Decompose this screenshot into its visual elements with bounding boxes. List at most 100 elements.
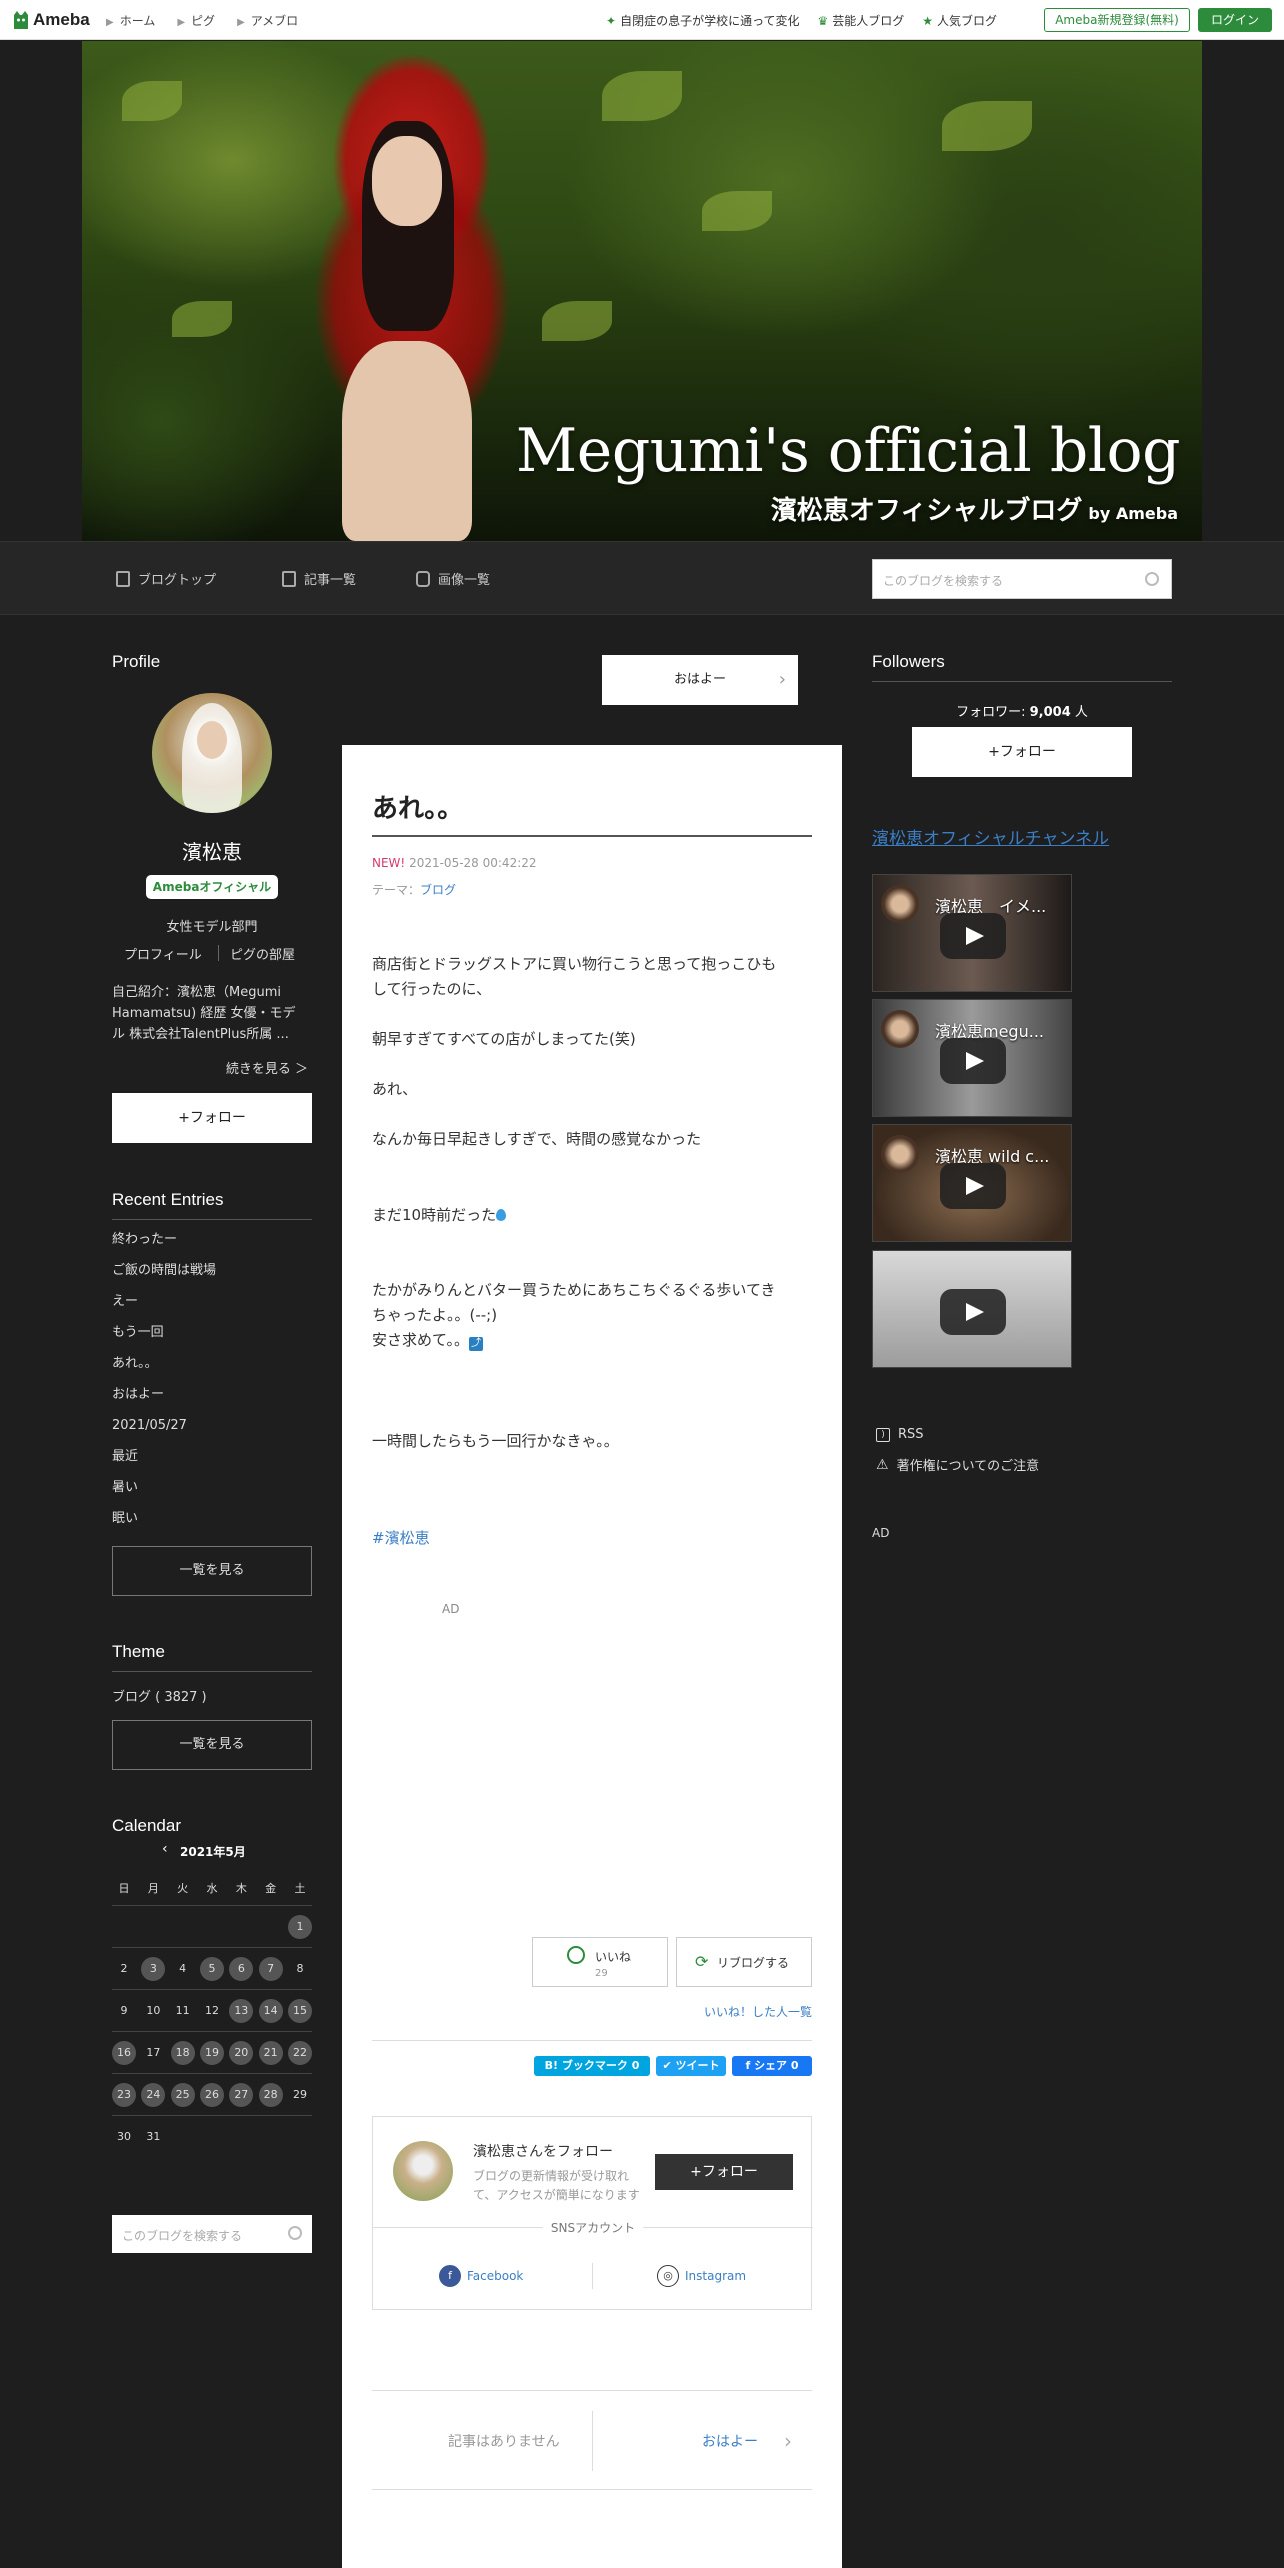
calendar-day[interactable]: 18 <box>170 2040 195 2065</box>
calendar-day[interactable]: 27 <box>229 2082 254 2107</box>
list-item[interactable]: 終わったー <box>112 1230 312 1261</box>
prev-entry-label: おはよー <box>673 672 726 687</box>
calendar-day[interactable]: 13 <box>229 1998 254 2023</box>
video-thumbnail[interactable]: 濱松恵megu... <box>872 999 1072 1117</box>
hatena-bookmark-button[interactable]: B! ブックマーク 0 <box>534 2056 650 2076</box>
calendar-day[interactable]: 21 <box>258 2040 283 2065</box>
chevron-right-icon[interactable]: › <box>784 2429 792 2453</box>
link-celebrity[interactable]: ♛ 芸能人ブログ <box>817 12 904 29</box>
play-icon[interactable] <box>940 1289 1006 1335</box>
avatar[interactable] <box>393 2141 453 2201</box>
calendar-day[interactable]: 24 <box>141 2082 166 2107</box>
copyright-notice-link[interactable]: ⚠ 著作権についてのご注意 <box>876 1455 1039 1475</box>
nav-home[interactable]: ▶ ホーム <box>106 12 155 29</box>
hashtag-link[interactable]: #濱松恵 <box>372 1527 430 1548</box>
list-item[interactable]: えー <box>112 1292 312 1323</box>
list-item[interactable]: ご飯の時間は戦場 <box>112 1261 312 1292</box>
list-item[interactable]: 最近 <box>112 1447 312 1478</box>
official-channel-link[interactable]: 濱松恵オフィシャルチャンネル <box>872 824 1109 849</box>
calendar-day[interactable]: 6 <box>229 1956 254 1981</box>
like-button[interactable]: いいね 29 <box>532 1937 668 1987</box>
recent-entries-heading: Recent Entries <box>112 1190 224 1209</box>
register-button[interactable]: Ameba新規登録(無料) <box>1044 8 1190 32</box>
nav-ameblo[interactable]: ▶ アメブロ <box>237 12 298 29</box>
calendar-day: 17 <box>146 2045 161 2059</box>
ameba-logo[interactable]: Ameba <box>12 9 90 31</box>
divider <box>218 945 219 961</box>
play-icon[interactable] <box>940 1163 1006 1209</box>
video-thumbnail[interactable]: 濱松恵 wild c... <box>872 1124 1072 1242</box>
calendar-day[interactable]: 25 <box>170 2082 195 2107</box>
calendar-day[interactable]: 28 <box>258 2082 283 2107</box>
sidebar-search-input[interactable]: このブログを検索する <box>112 2215 312 2253</box>
calendar-day[interactable]: 22 <box>287 2040 312 2065</box>
facebook-share-button[interactable]: f シェア 0 <box>732 2056 812 2076</box>
follow-button[interactable]: +フォロー <box>655 2154 793 2190</box>
reblog-label: リブログする <box>717 1956 790 1970</box>
profile-link[interactable]: プロフィール <box>124 944 202 963</box>
follower-count: 9,004 <box>1029 705 1071 720</box>
calendar: 日 月 火 水 木 金 土 1 2 3 4 5 6 7 8 9 10 11 12… <box>112 1873 312 2157</box>
tweet-button[interactable]: ✔ ツイート <box>656 2056 726 2076</box>
search-icon[interactable] <box>288 2226 302 2240</box>
calendar-day[interactable]: 23 <box>112 2082 136 2107</box>
next-entry-link[interactable]: おはよー <box>702 2431 758 2451</box>
pigg-room-link[interactable]: ピグの部屋 <box>230 944 295 963</box>
nav-entry-list[interactable]: 記事一覧 <box>282 569 356 588</box>
warning-icon: ⚠ <box>876 1456 889 1473</box>
video-thumbnail[interactable]: 濱松恵 イメ... <box>872 874 1072 992</box>
prev-entry-button[interactable]: おはよー › <box>602 655 798 705</box>
ad-label: AD <box>872 1526 890 1540</box>
list-item[interactable]: 2021/05/27 <box>112 1416 312 1447</box>
nav-blog-top[interactable]: ブログトップ <box>116 569 216 588</box>
theme-link[interactable]: ブログ <box>420 883 456 897</box>
calendar-day[interactable]: 1 <box>287 1914 312 1939</box>
login-button[interactable]: ログイン <box>1198 8 1272 32</box>
list-item[interactable]: あれ。。 <box>112 1354 312 1385</box>
chevron-left-icon[interactable]: ‹ <box>162 1841 168 1857</box>
video-thumbnail[interactable] <box>872 1250 1072 1368</box>
list-item[interactable]: 暑い <box>112 1478 312 1509</box>
nav-image-list[interactable]: 画像一覧 <box>416 569 490 588</box>
ameba-monster-icon <box>14 11 28 29</box>
calendar-day[interactable]: 5 <box>199 1956 224 1981</box>
calendar-day[interactable]: 19 <box>199 2040 224 2065</box>
link-popular[interactable]: ★ 人気ブログ <box>922 12 997 29</box>
follow-button[interactable]: +フォロー <box>112 1093 312 1143</box>
header-image[interactable]: Megumi's official blog 濱松恵オフィシャルブログ by Am… <box>82 41 1202 541</box>
calendar-day[interactable]: 15 <box>287 1998 312 2023</box>
calendar-day[interactable]: 16 <box>112 2040 136 2065</box>
profile-name[interactable]: 濱松恵 <box>112 836 312 865</box>
list-item[interactable]: もう一回 <box>112 1323 312 1354</box>
calendar-day[interactable]: 20 <box>229 2040 254 2065</box>
calendar-day[interactable]: 7 <box>258 1956 283 1981</box>
play-icon[interactable] <box>940 1038 1006 1084</box>
nav-blog-top-label: ブログトップ <box>138 573 217 588</box>
play-icon[interactable] <box>940 913 1006 959</box>
blog-search-input[interactable]: このブログを検索する <box>872 559 1172 599</box>
facebook-link[interactable]: f Facebook <box>439 2265 523 2287</box>
like-list-link[interactable]: いいね！した人一覧 <box>704 2003 812 2020</box>
body-line: まだ10時前だった <box>372 1206 497 1224</box>
calendar-day[interactable]: 3 <box>141 1956 166 1981</box>
nav-pigg[interactable]: ▶ ピグ <box>177 12 215 29</box>
read-more-link[interactable]: 続きを見る ＞ <box>112 1058 308 1077</box>
weekday: 月 <box>147 1882 159 1895</box>
theme-item[interactable]: ブログ ( 3827 ) <box>112 1686 207 1705</box>
sparkle-icon: ✦ <box>606 14 617 28</box>
avatar[interactable] <box>152 693 272 813</box>
see-all-entries-button[interactable]: 一覧を見る <box>112 1546 312 1596</box>
calendar-day[interactable]: 26 <box>199 2082 224 2107</box>
link-topic[interactable]: ✦ 自閉症の息子が学校に通って変化 <box>606 12 799 29</box>
calendar-day[interactable]: 14 <box>258 1998 283 2023</box>
rss-link[interactable]: ) RSS <box>876 1427 924 1442</box>
instagram-link[interactable]: ◎ Instagram <box>657 2265 746 2287</box>
reblog-button[interactable]: ⟳ リブログする <box>676 1937 812 1987</box>
body-line: ちゃったよ。。(--;) <box>372 1306 498 1324</box>
list-item[interactable]: 眠い <box>112 1509 312 1540</box>
follow-button[interactable]: +フォロー <box>912 727 1132 777</box>
list-item[interactable]: おはよー <box>112 1385 312 1416</box>
search-icon[interactable] <box>1145 572 1159 586</box>
crown-icon: ♛ <box>817 14 829 28</box>
see-all-themes-button[interactable]: 一覧を見る <box>112 1720 312 1770</box>
